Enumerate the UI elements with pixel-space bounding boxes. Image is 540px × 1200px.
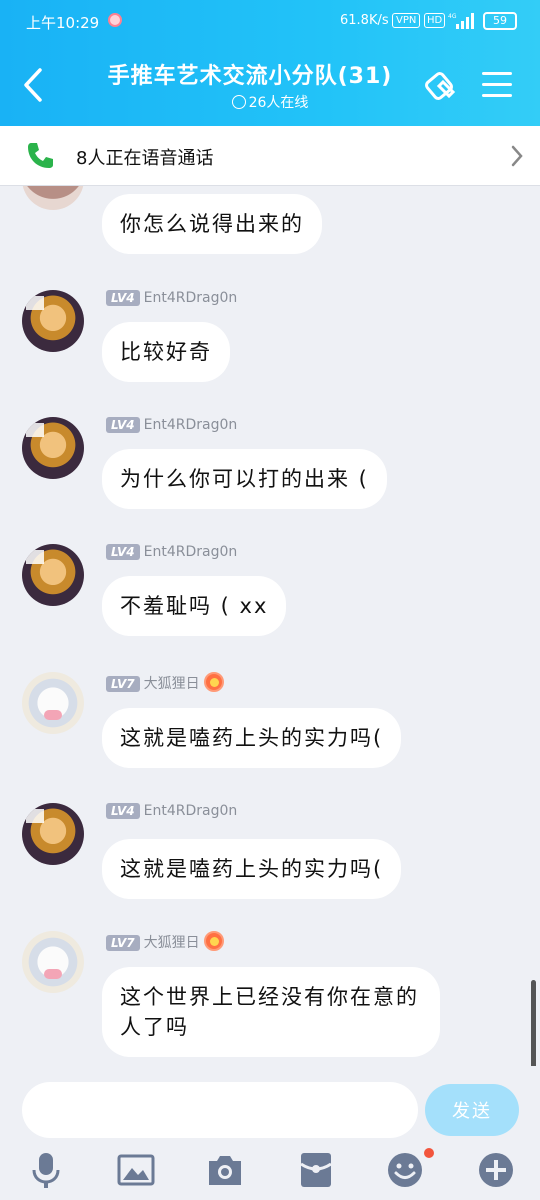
avatar[interactable] [22, 931, 84, 993]
message-bubble[interactable]: 你怎么说得出来的 [102, 194, 322, 254]
image-icon[interactable] [116, 1150, 156, 1190]
message-bubble[interactable]: 为什么你可以打的出来 ( [102, 449, 387, 509]
sender-name[interactable]: Ent4RDrag0n [144, 803, 238, 819]
avatar[interactable] [22, 672, 84, 734]
camera-icon[interactable] [205, 1150, 245, 1190]
voice-call-text: 8人正在语音通话 [76, 148, 214, 169]
sender-name[interactable]: 大狐狸日 [144, 676, 200, 692]
session-icon[interactable] [425, 68, 461, 104]
red-packet-icon[interactable] [296, 1150, 336, 1190]
battery-icon: 59 [483, 12, 517, 30]
sender-name[interactable]: Ent4RDrag0n [144, 417, 238, 433]
input-bar: 发送 [0, 1066, 540, 1200]
status-bar: 上午10:29 61.8K/s VPN HD 4G 59 [0, 0, 540, 44]
level-badge: LV4 [106, 803, 140, 819]
chevron-right-icon [511, 145, 523, 167]
toolbar [0, 1148, 540, 1194]
online-check-icon [231, 95, 246, 109]
emoji-icon[interactable] [385, 1150, 425, 1190]
status-time: 上午10:29 [26, 14, 100, 32]
vpn-badge: VPN [392, 13, 421, 28]
header: 上午10:29 61.8K/s VPN HD 4G 59 手推车艺术交流小分队(… [0, 0, 540, 126]
sender-meta: LV4 Ent4RDrag0n [106, 417, 237, 437]
sender-meta: LV7 大狐狸日 [106, 672, 224, 692]
title-badge-icon [203, 931, 224, 951]
plus-icon[interactable] [476, 1150, 516, 1190]
network-speed: 61.8K/s [340, 13, 389, 28]
voice-call-banner[interactable]: 8人正在语音通话 [0, 126, 540, 186]
avatar[interactable] [22, 803, 84, 865]
menu-icon[interactable] [482, 72, 512, 98]
sender-meta: LV4 Ent4RDrag0n [106, 544, 237, 564]
avatar[interactable] [22, 290, 84, 352]
avatar[interactable] [22, 417, 84, 479]
level-badge: LV4 [106, 544, 140, 560]
message-bubble[interactable]: 这个世界上已经没有你在意的人了吗 [102, 967, 440, 1057]
avatar[interactable] [22, 186, 84, 210]
level-badge: LV7 [106, 676, 140, 692]
sender-name[interactable]: Ent4RDrag0n [144, 544, 238, 560]
message-input[interactable] [22, 1082, 418, 1138]
title-bar: 手推车艺术交流小分队(31) 26人在线 [0, 44, 540, 126]
level-badge: LV4 [106, 417, 140, 433]
level-badge: LV4 [106, 290, 140, 306]
hd-badge: HD [424, 13, 446, 28]
notification-dot [424, 1148, 434, 1158]
sender-meta: LV4 Ent4RDrag0n [106, 803, 237, 823]
sender-meta: LV7 大狐狸日 [106, 931, 224, 951]
scrollbar[interactable] [531, 980, 536, 1074]
message-bubble[interactable]: 这就是嗑药上头的实力吗( [102, 839, 402, 899]
sender-meta: LV4 Ent4RDrag0n [106, 290, 237, 310]
sender-name[interactable]: 大狐狸日 [144, 935, 200, 951]
chat-title[interactable]: 手推车艺术交流小分队(31) [80, 58, 420, 90]
phone-icon [28, 143, 53, 168]
message-bubble[interactable]: 不羞耻吗 ( xx [102, 576, 287, 636]
avatar[interactable] [22, 544, 84, 606]
level-badge: LV7 [106, 935, 140, 951]
message-bubble[interactable]: 比较好奇 [102, 322, 230, 382]
signal-icon: 4G [448, 13, 474, 29]
microphone-icon[interactable] [26, 1150, 66, 1190]
notification-icon [108, 13, 122, 27]
network-type: 4G [448, 13, 457, 20]
message-bubble[interactable]: 这就是嗑药上头的实力吗( [102, 708, 402, 768]
chat-area[interactable]: 你怎么说得出来的 LV4 Ent4RDrag0n 比较好奇 LV4 Ent4RDra… [0, 186, 540, 1066]
online-label: 26人在线 [248, 95, 309, 111]
title-badge-icon [203, 672, 224, 692]
sender-name[interactable]: Ent4RDrag0n [144, 290, 238, 306]
send-button[interactable]: 发送 [425, 1084, 519, 1136]
